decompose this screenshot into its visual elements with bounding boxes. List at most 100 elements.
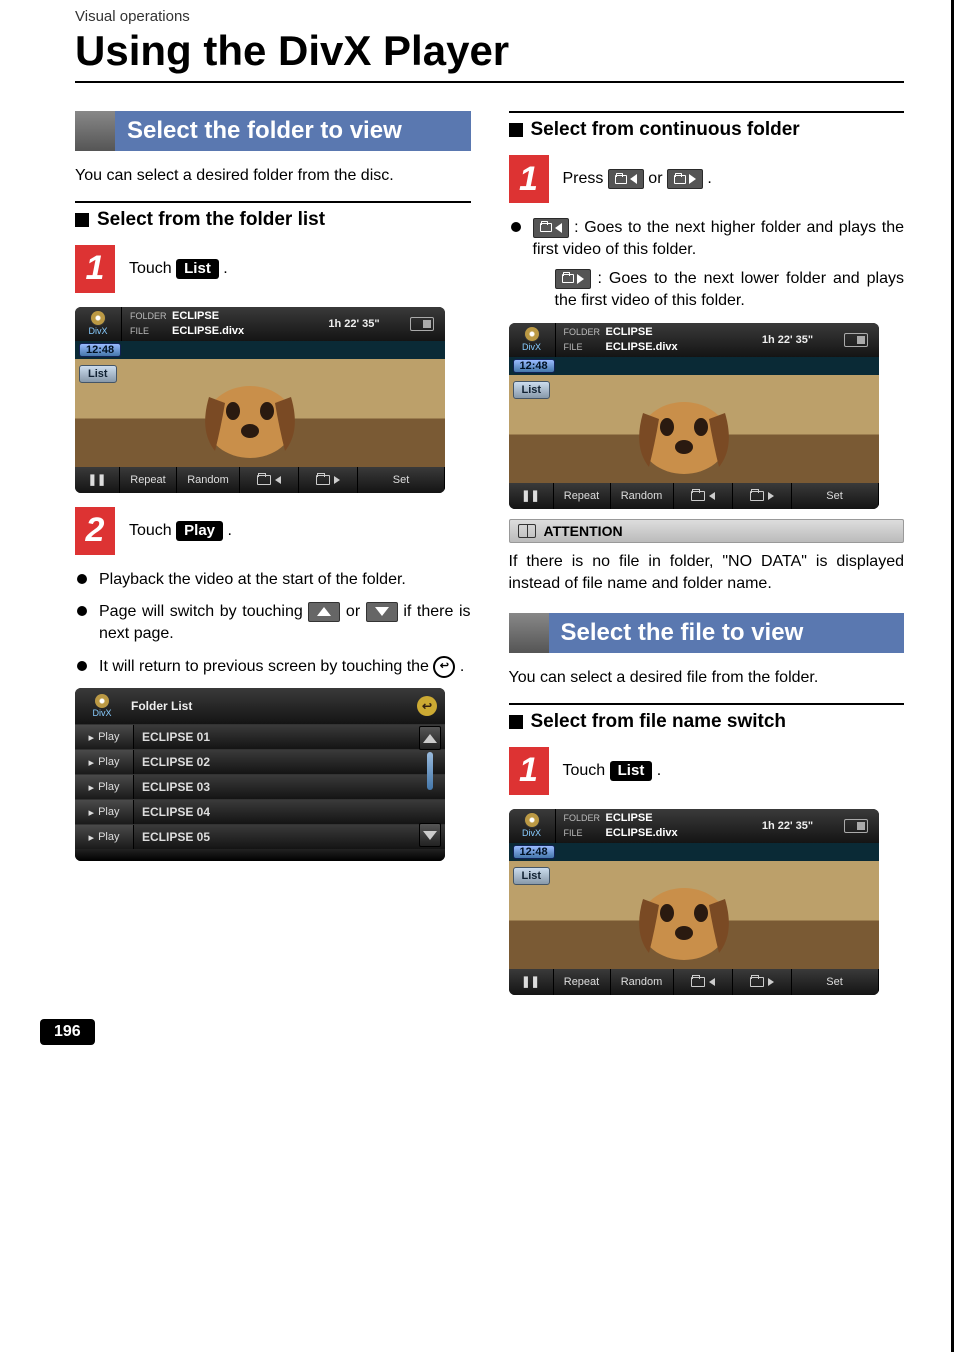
player-set-button[interactable]: Set <box>358 467 445 493</box>
page-down-icon[interactable] <box>366 602 398 622</box>
row-play-button[interactable]: ▸ Play <box>75 750 134 774</box>
note-prev-folder: : Goes to the next higher folder and pla… <box>509 217 905 313</box>
video-thumbnail-dog <box>619 383 749 475</box>
player-disc-area: DivX <box>509 323 556 357</box>
player-random-button[interactable]: Random <box>611 969 674 995</box>
left-column: Select the folder to view You can select… <box>75 101 471 1005</box>
page-number: 196 <box>40 1019 95 1045</box>
row-name[interactable]: ECLIPSE 01 <box>134 725 445 749</box>
scroll-track[interactable] <box>419 750 441 823</box>
step-1-file: 1 Touch List . <box>509 747 905 795</box>
folder-list-rows: ▸ Play ECLIPSE 01 ▸ Play ECLIPSE 02 ▸ Pl… <box>75 724 445 849</box>
folder-next-icon[interactable] <box>667 169 703 189</box>
player-list-button[interactable]: List <box>513 381 551 399</box>
player-folder-next-button[interactable] <box>299 467 358 493</box>
player-video-area[interactable]: List <box>509 861 879 969</box>
row-name[interactable]: ECLIPSE 02 <box>134 750 445 774</box>
row-name[interactable]: ECLIPSE 03 <box>134 775 445 799</box>
step-1-pre: Touch <box>129 260 176 277</box>
sub-select-continuous-folder: Select from continuous folder <box>509 119 905 141</box>
player-list-button[interactable]: List <box>79 365 117 383</box>
player-video-area[interactable]: List <box>75 359 445 467</box>
folder-next-icon[interactable] <box>555 269 591 289</box>
folder-prev-icon[interactable] <box>608 169 644 189</box>
flist-footer <box>75 849 445 861</box>
square-icon <box>509 715 523 729</box>
player-repeat-button[interactable]: Repeat <box>554 969 611 995</box>
meta-file-label: FILE <box>130 326 172 336</box>
player-repeat-button[interactable]: Repeat <box>120 467 177 493</box>
row-play-button[interactable]: ▸ Play <box>75 825 134 849</box>
note-page-mid: or <box>346 603 366 620</box>
folder-prev-icon[interactable] <box>533 218 569 238</box>
continuous-folder-notes: : Goes to the next higher folder and pla… <box>509 217 905 313</box>
player-pause-button[interactable]: ❚❚ <box>509 483 554 509</box>
step-number-2: 2 <box>75 507 115 555</box>
folder-list-scrollbar[interactable] <box>419 726 441 847</box>
row-play-button[interactable]: ▸ Play <box>75 800 134 824</box>
aspect-icon[interactable] <box>833 323 879 357</box>
player-list-button[interactable]: List <box>513 867 551 885</box>
list-item: ▸ Play ECLIPSE 03 <box>75 774 445 799</box>
meta-file-value: ECLIPSE.divx <box>172 325 301 337</box>
return-icon[interactable]: ↩ <box>433 656 455 678</box>
note-page-switch: Page will switch by touching or if there… <box>75 601 471 646</box>
sub-rule <box>509 111 905 113</box>
player-screenshot-1: DivX FOLDER ECLIPSE FILE ECLIPSE.divx 1h… <box>75 307 445 493</box>
scroll-thumb[interactable] <box>427 752 433 790</box>
step-1-right-text: Press or . <box>563 169 712 189</box>
player-folder-prev-button[interactable] <box>240 467 299 493</box>
sub-rule <box>75 201 471 203</box>
section-select-file: Select the file to view <box>509 613 905 653</box>
player-folder-prev-button[interactable] <box>674 969 733 995</box>
step-2-post: . <box>227 522 231 539</box>
player-set-button[interactable]: Set <box>792 483 879 509</box>
player-video-area[interactable]: List <box>509 375 879 483</box>
step2-notes: Playback the video at the start of the f… <box>75 569 471 679</box>
player-pause-button[interactable]: ❚❚ <box>75 467 120 493</box>
disc-icon <box>525 813 539 827</box>
player-repeat-button[interactable]: Repeat <box>554 483 611 509</box>
folder-list-back-button[interactable]: ↩ <box>417 696 437 716</box>
attention-box: ATTENTION <box>509 519 905 543</box>
step-1-post: . <box>223 260 227 277</box>
row-name[interactable]: ECLIPSE 05 <box>134 825 445 849</box>
meta-folder-value: ECLIPSE <box>606 326 735 338</box>
player-random-button[interactable]: Random <box>611 483 674 509</box>
player-clock: 12:48 <box>79 343 121 357</box>
disc-icon <box>91 311 105 325</box>
row-name[interactable]: ECLIPSE 04 <box>134 800 445 824</box>
player-folder-next-button[interactable] <box>733 483 792 509</box>
video-thumbnail-dog <box>185 367 315 459</box>
player-set-button[interactable]: Set <box>792 969 879 995</box>
breadcrumb: Visual operations <box>75 0 904 25</box>
player-pause-button[interactable]: ❚❚ <box>509 969 554 995</box>
step-1-text: Touch List . <box>129 259 228 279</box>
flist-disc: DivX <box>83 694 121 718</box>
scroll-down-button[interactable] <box>419 823 441 847</box>
play-button-label[interactable]: Play <box>176 521 223 541</box>
row-play-button[interactable]: ▸ Play <box>75 775 134 799</box>
list-button-label[interactable]: List <box>610 761 653 781</box>
player-folder-prev-button[interactable] <box>674 483 733 509</box>
player-clock: 12:48 <box>513 359 555 373</box>
player-duration: 1h 22' 35" <box>309 307 399 341</box>
aspect-icon[interactable] <box>833 809 879 843</box>
aspect-icon[interactable] <box>399 307 445 341</box>
page-up-icon[interactable] <box>308 602 340 622</box>
square-icon <box>75 213 89 227</box>
folder-list-screenshot: DivX Folder List ↩ ▸ Play ECLIPSE 01 ▸ P… <box>75 688 445 861</box>
scroll-up-button[interactable] <box>419 726 441 750</box>
step-2-pre: Touch <box>129 522 176 539</box>
row-play-button[interactable]: ▸ Play <box>75 725 134 749</box>
list-item: ▸ Play ECLIPSE 04 <box>75 799 445 824</box>
title-rule <box>75 81 904 83</box>
attention-label: ATTENTION <box>544 523 623 539</box>
player-random-button[interactable]: Random <box>177 467 240 493</box>
section-accent <box>509 613 549 653</box>
disc-icon <box>95 694 109 708</box>
note-page-pre: Page will switch by touching <box>99 603 308 620</box>
player-folder-next-button[interactable] <box>733 969 792 995</box>
player-meta: FOLDER ECLIPSE FILE ECLIPSE.divx <box>556 809 743 843</box>
list-button-label[interactable]: List <box>176 259 219 279</box>
